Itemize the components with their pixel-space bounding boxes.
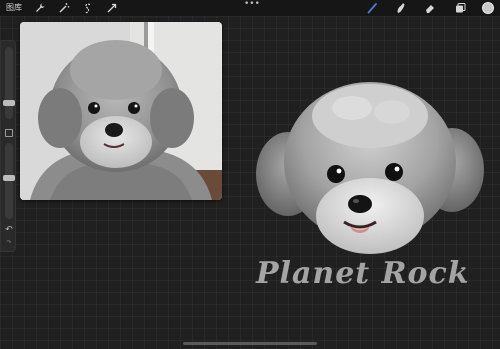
opacity-slider[interactable]: [5, 143, 13, 219]
redo-button[interactable]: ↷: [4, 239, 14, 247]
poodle-drawing: [256, 82, 484, 254]
poodle-photo: [20, 22, 222, 200]
layers-icon[interactable]: [454, 2, 466, 14]
home-indicator[interactable]: [183, 342, 317, 345]
poodle-illustration[interactable]: [252, 78, 490, 260]
watermark-text: Planet Rock: [256, 256, 470, 291]
modify-button[interactable]: [5, 129, 13, 137]
selection-icon[interactable]: [82, 2, 94, 14]
opacity-handle[interactable]: [3, 174, 15, 181]
brush-size-handle[interactable]: [3, 99, 15, 106]
gallery-button[interactable]: 图库: [6, 1, 22, 15]
wrench-icon[interactable]: [34, 2, 46, 14]
more-menu-button[interactable]: •••: [244, 0, 260, 10]
eraser-icon[interactable]: [424, 2, 436, 14]
reference-photo[interactable]: [20, 22, 222, 200]
brush-icon[interactable]: [366, 2, 378, 14]
transform-arrow-icon[interactable]: [106, 2, 118, 14]
left-sidebar: ↶ ↷: [0, 40, 16, 252]
color-picker-button[interactable]: [482, 2, 494, 14]
top-toolbar: 图库 •••: [0, 0, 500, 16]
magic-wand-icon[interactable]: [58, 2, 70, 14]
undo-button[interactable]: ↶: [4, 225, 14, 235]
brush-size-slider[interactable]: [5, 47, 13, 119]
smudge-icon[interactable]: [394, 2, 406, 14]
